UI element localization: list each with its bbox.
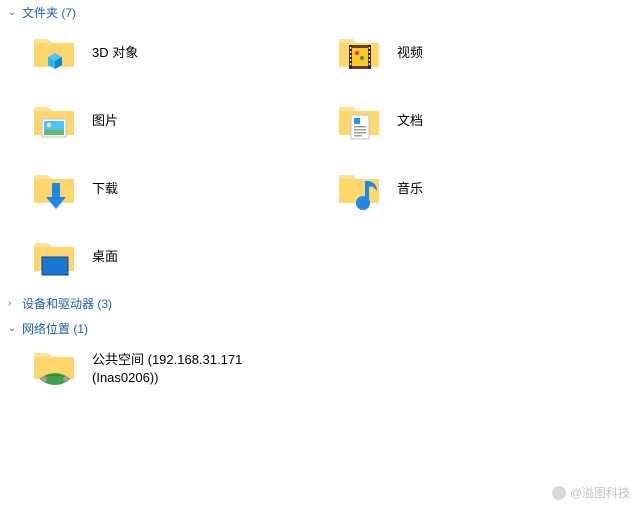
folder-label: 下载 bbox=[92, 180, 118, 198]
section-title: 设备和驱动器 (3) bbox=[22, 295, 112, 312]
chevron-down-icon: ⌄ bbox=[8, 323, 20, 334]
section-title: 文件夹 (7) bbox=[22, 4, 76, 21]
network-item-label: 公共空间 (192.168.31.171 (Inas0206)) bbox=[92, 351, 242, 387]
folder-label: 音乐 bbox=[397, 180, 423, 198]
folder-pictures[interactable]: 图片 bbox=[30, 97, 335, 145]
folder-desktop-icon bbox=[30, 233, 78, 281]
folder-downloads[interactable]: 下载 bbox=[30, 165, 335, 213]
section-header-folders[interactable]: ⌄ 文件夹 (7) bbox=[0, 0, 640, 25]
network-location-item[interactable]: 公共空间 (192.168.31.171 (Inas0206)) bbox=[30, 345, 640, 393]
chevron-down-icon: ⌄ bbox=[8, 7, 20, 18]
section-header-network[interactable]: ⌄ 网络位置 (1) bbox=[0, 316, 640, 341]
folder-pictures-icon bbox=[30, 97, 78, 145]
folder-downloads-icon bbox=[30, 165, 78, 213]
folder-label: 桌面 bbox=[92, 248, 118, 266]
folder-label: 图片 bbox=[92, 112, 118, 130]
chevron-right-icon: › bbox=[8, 298, 20, 309]
folder-documents-icon bbox=[335, 97, 383, 145]
folder-videos[interactable]: 视频 bbox=[335, 29, 640, 77]
network-folder-icon bbox=[30, 345, 78, 393]
folder-label: 文档 bbox=[397, 112, 423, 130]
section-title: 网络位置 (1) bbox=[22, 320, 88, 337]
folder-label: 3D 对象 bbox=[92, 44, 138, 62]
folder-documents[interactable]: 文档 bbox=[335, 97, 640, 145]
network-body: 公共空间 (192.168.31.171 (Inas0206)) bbox=[0, 341, 640, 403]
folder-3d-icon bbox=[30, 29, 78, 77]
folder-desktop[interactable]: 桌面 bbox=[30, 233, 335, 281]
folder-label: 视频 bbox=[397, 44, 423, 62]
watermark-text: @溢图科技 bbox=[570, 484, 630, 501]
folder-video-icon bbox=[335, 29, 383, 77]
watermark-logo-icon bbox=[552, 486, 566, 500]
watermark: @溢图科技 bbox=[552, 484, 630, 501]
folder-music-icon bbox=[335, 165, 383, 213]
folder-3d-objects[interactable]: 3D 对象 bbox=[30, 29, 335, 77]
folders-body: 3D 对象 bbox=[0, 25, 640, 291]
folder-music[interactable]: 音乐 bbox=[335, 165, 640, 213]
section-header-devices[interactable]: › 设备和驱动器 (3) bbox=[0, 291, 640, 316]
